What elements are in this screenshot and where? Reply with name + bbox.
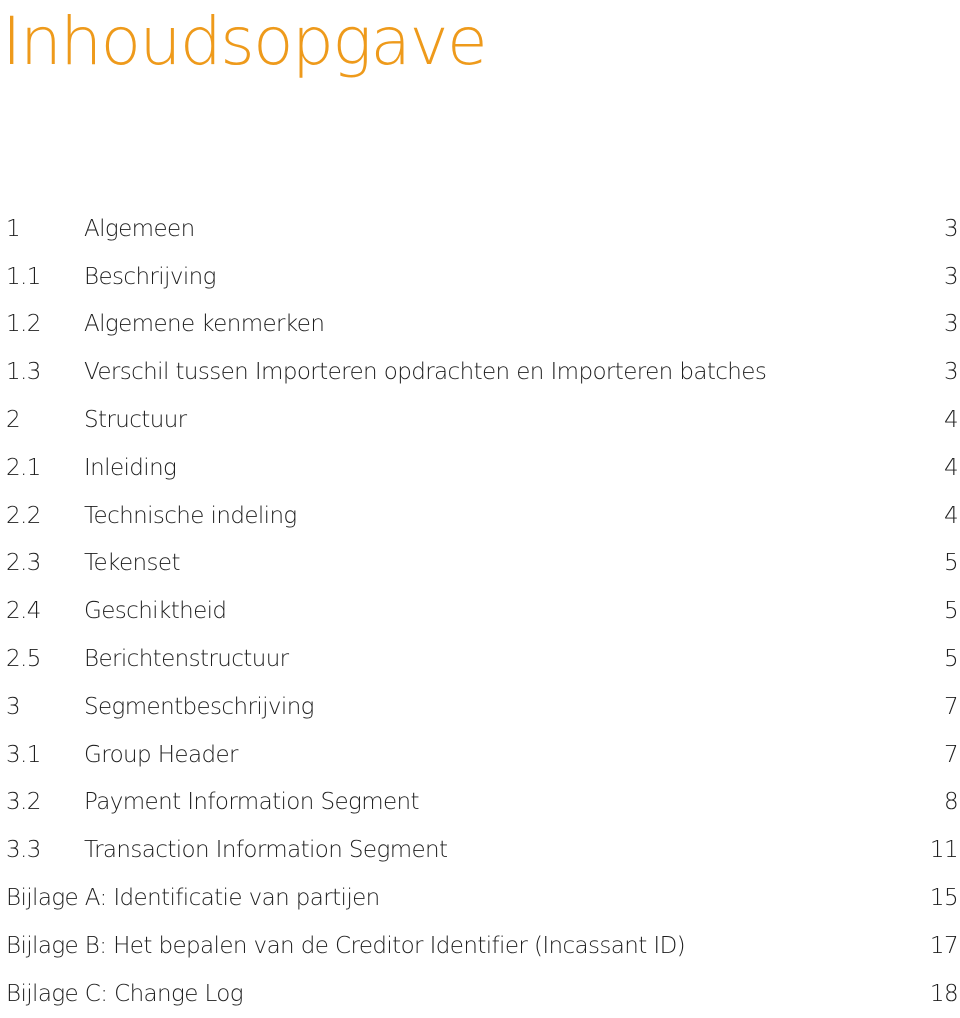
toc-entry-number: 3.2 — [6, 789, 41, 816]
toc-entry-bijlage-c[interactable]: Bijlage C: Change Log 18 — [0, 970, 960, 1018]
toc-entry-label[interactable]: Structuur — [84, 407, 187, 433]
toc-entry-1-1[interactable]: 1.1 Beschrijving 3 — [0, 253, 960, 301]
toc-entry-2-1[interactable]: 2.1 Inleiding 4 — [0, 444, 960, 492]
toc-entry-page: 3 — [943, 263, 959, 290]
toc-entry-label[interactable]: Group Header — [84, 742, 238, 768]
toc-entry-number: 2.3 — [6, 550, 41, 577]
toc-entry-3-3[interactable]: 3.3 Transaction Information Segment 11 — [0, 826, 960, 874]
toc-entry-label[interactable]: Payment Information Segment — [84, 789, 420, 815]
toc-entry-label[interactable]: Segmentbeschrijving — [84, 694, 314, 720]
toc-entry-label[interactable]: Berichtenstructuur — [84, 646, 289, 672]
toc-entry-number: 3 — [6, 693, 21, 720]
toc-entry-2-3[interactable]: 2.3 Tekenset 5 — [0, 540, 960, 588]
toc-entry-number: 2.1 — [6, 454, 41, 481]
toc-entry-number: 1.3 — [6, 359, 41, 386]
toc-entry-label[interactable]: Algemene kenmerken — [84, 311, 325, 337]
toc-entry-number: 2 — [6, 407, 21, 434]
toc-entry-page: 15 — [929, 885, 959, 912]
toc-entry-page: 7 — [943, 741, 959, 768]
toc-entry-page: 4 — [943, 407, 959, 434]
toc-entry-number: 1 — [6, 215, 21, 242]
toc-entry-number: 1.2 — [6, 311, 41, 338]
toc-entry-number: 2.5 — [6, 646, 41, 673]
toc-entry-2-2[interactable]: 2.2 Technische indeling 4 — [0, 492, 960, 540]
toc-entry-page: 11 — [929, 837, 959, 864]
toc-entry-2-4[interactable]: 2.4 Geschiktheid 5 — [0, 587, 960, 635]
toc-entry-3[interactable]: 3 Segmentbeschrijving 7 — [0, 683, 960, 731]
toc-entry-label[interactable]: Geschiktheid — [84, 598, 227, 624]
toc-entry-1-2[interactable]: 1.2 Algemene kenmerken 3 — [0, 301, 960, 349]
toc-entry-page: 3 — [943, 359, 959, 386]
toc-entry-bijlage-b[interactable]: Bijlage B: Het bepalen van de Creditor I… — [0, 922, 960, 970]
toc-entry-1-3[interactable]: 1.3 Verschil tussen Importeren opdrachte… — [0, 348, 960, 396]
toc-entry-page: 3 — [943, 311, 959, 338]
toc-entry-1[interactable]: 1 Algemeen 3 — [0, 205, 960, 253]
toc-entry-page: 5 — [943, 550, 959, 577]
toc-entry-label[interactable]: Inleiding — [84, 455, 177, 481]
toc-entry-page: 8 — [943, 789, 959, 816]
toc-entry-page: 3 — [943, 215, 959, 242]
toc-entry-page: 5 — [943, 646, 959, 673]
toc-entry-label[interactable]: Beschrijving — [84, 264, 216, 290]
toc-entry-page: 18 — [929, 980, 959, 1007]
toc-entry-label[interactable]: Bijlage B: Het bepalen van de Creditor I… — [6, 933, 686, 959]
toc-entry-label[interactable]: Bijlage C: Change Log — [6, 981, 244, 1007]
toc-entry-number: 3.3 — [6, 837, 41, 864]
toc-entry-label[interactable]: Technische indeling — [84, 503, 297, 529]
toc-entry-number: 2.4 — [6, 598, 41, 625]
table-of-contents: 1 Algemeen 3 1.1 Beschrijving 3 1.2 Alge… — [0, 205, 960, 1018]
toc-entry-label[interactable]: Verschil tussen Importeren opdrachten en… — [84, 359, 767, 385]
toc-entry-number: 2.2 — [6, 502, 41, 529]
toc-entry-3-1[interactable]: 3.1 Group Header 7 — [0, 731, 960, 779]
toc-entry-label[interactable]: Tekenset — [84, 550, 180, 576]
toc-entry-page: 7 — [943, 693, 959, 720]
toc-entry-page: 4 — [943, 502, 959, 529]
toc-entry-label[interactable]: Bijlage A: Identificatie van partijen — [6, 885, 380, 911]
toc-entry-label[interactable]: Transaction Information Segment — [84, 837, 448, 863]
page-title: Inhoudsopgave — [2, 3, 488, 80]
toc-entry-3-2[interactable]: 3.2 Payment Information Segment 8 — [0, 779, 960, 827]
toc-entry-number: 1.1 — [6, 263, 41, 290]
toc-entry-2[interactable]: 2 Structuur 4 — [0, 396, 960, 444]
toc-entry-page: 5 — [943, 598, 959, 625]
toc-entry-page: 17 — [929, 932, 959, 959]
toc-entry-page: 4 — [943, 454, 959, 481]
toc-entry-2-5[interactable]: 2.5 Berichtenstructuur 5 — [0, 635, 960, 683]
toc-entry-label[interactable]: Algemeen — [84, 216, 195, 242]
toc-entry-bijlage-a[interactable]: Bijlage A: Identificatie van partijen 15 — [0, 874, 960, 922]
toc-entry-number: 3.1 — [6, 741, 41, 768]
